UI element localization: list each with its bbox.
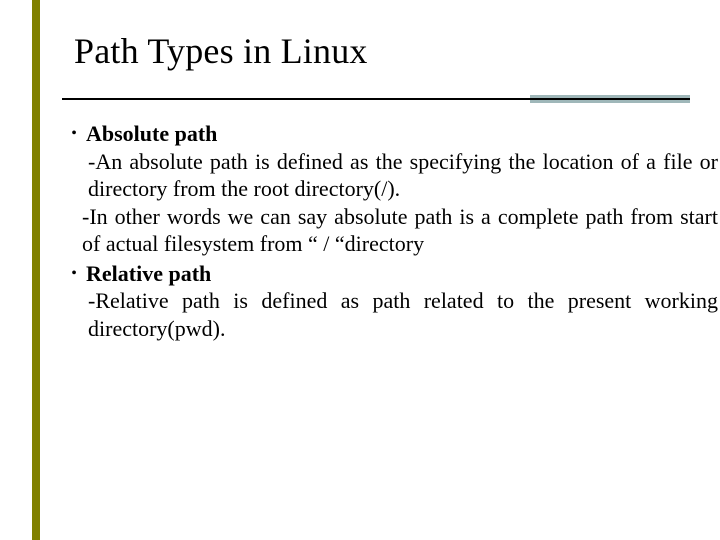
slide-body: • Absolute path -An absolute path is def…: [62, 118, 720, 342]
bullet-subtext: -In other words we can say absolute path…: [82, 203, 718, 258]
bullet-subtext: -Relative path is defined as path relate…: [88, 287, 718, 342]
title-rule: [62, 98, 690, 110]
slide: Path Types in Linux • Absolute path -An …: [0, 0, 720, 540]
title-rule-underline: [62, 98, 690, 100]
bullet-absolute-path: • Absolute path: [62, 120, 720, 148]
bullet-dot-icon: •: [62, 260, 86, 287]
bullet-dot-icon: •: [62, 120, 86, 147]
bullet-label: Absolute path: [86, 120, 720, 148]
bullet-subtext: -An absolute path is defined as the spec…: [88, 148, 718, 203]
bullet-relative-path: • Relative path: [62, 260, 720, 288]
bullet-label: Relative path: [86, 260, 720, 288]
left-accent-bar: [32, 0, 40, 540]
slide-title: Path Types in Linux: [74, 30, 368, 72]
